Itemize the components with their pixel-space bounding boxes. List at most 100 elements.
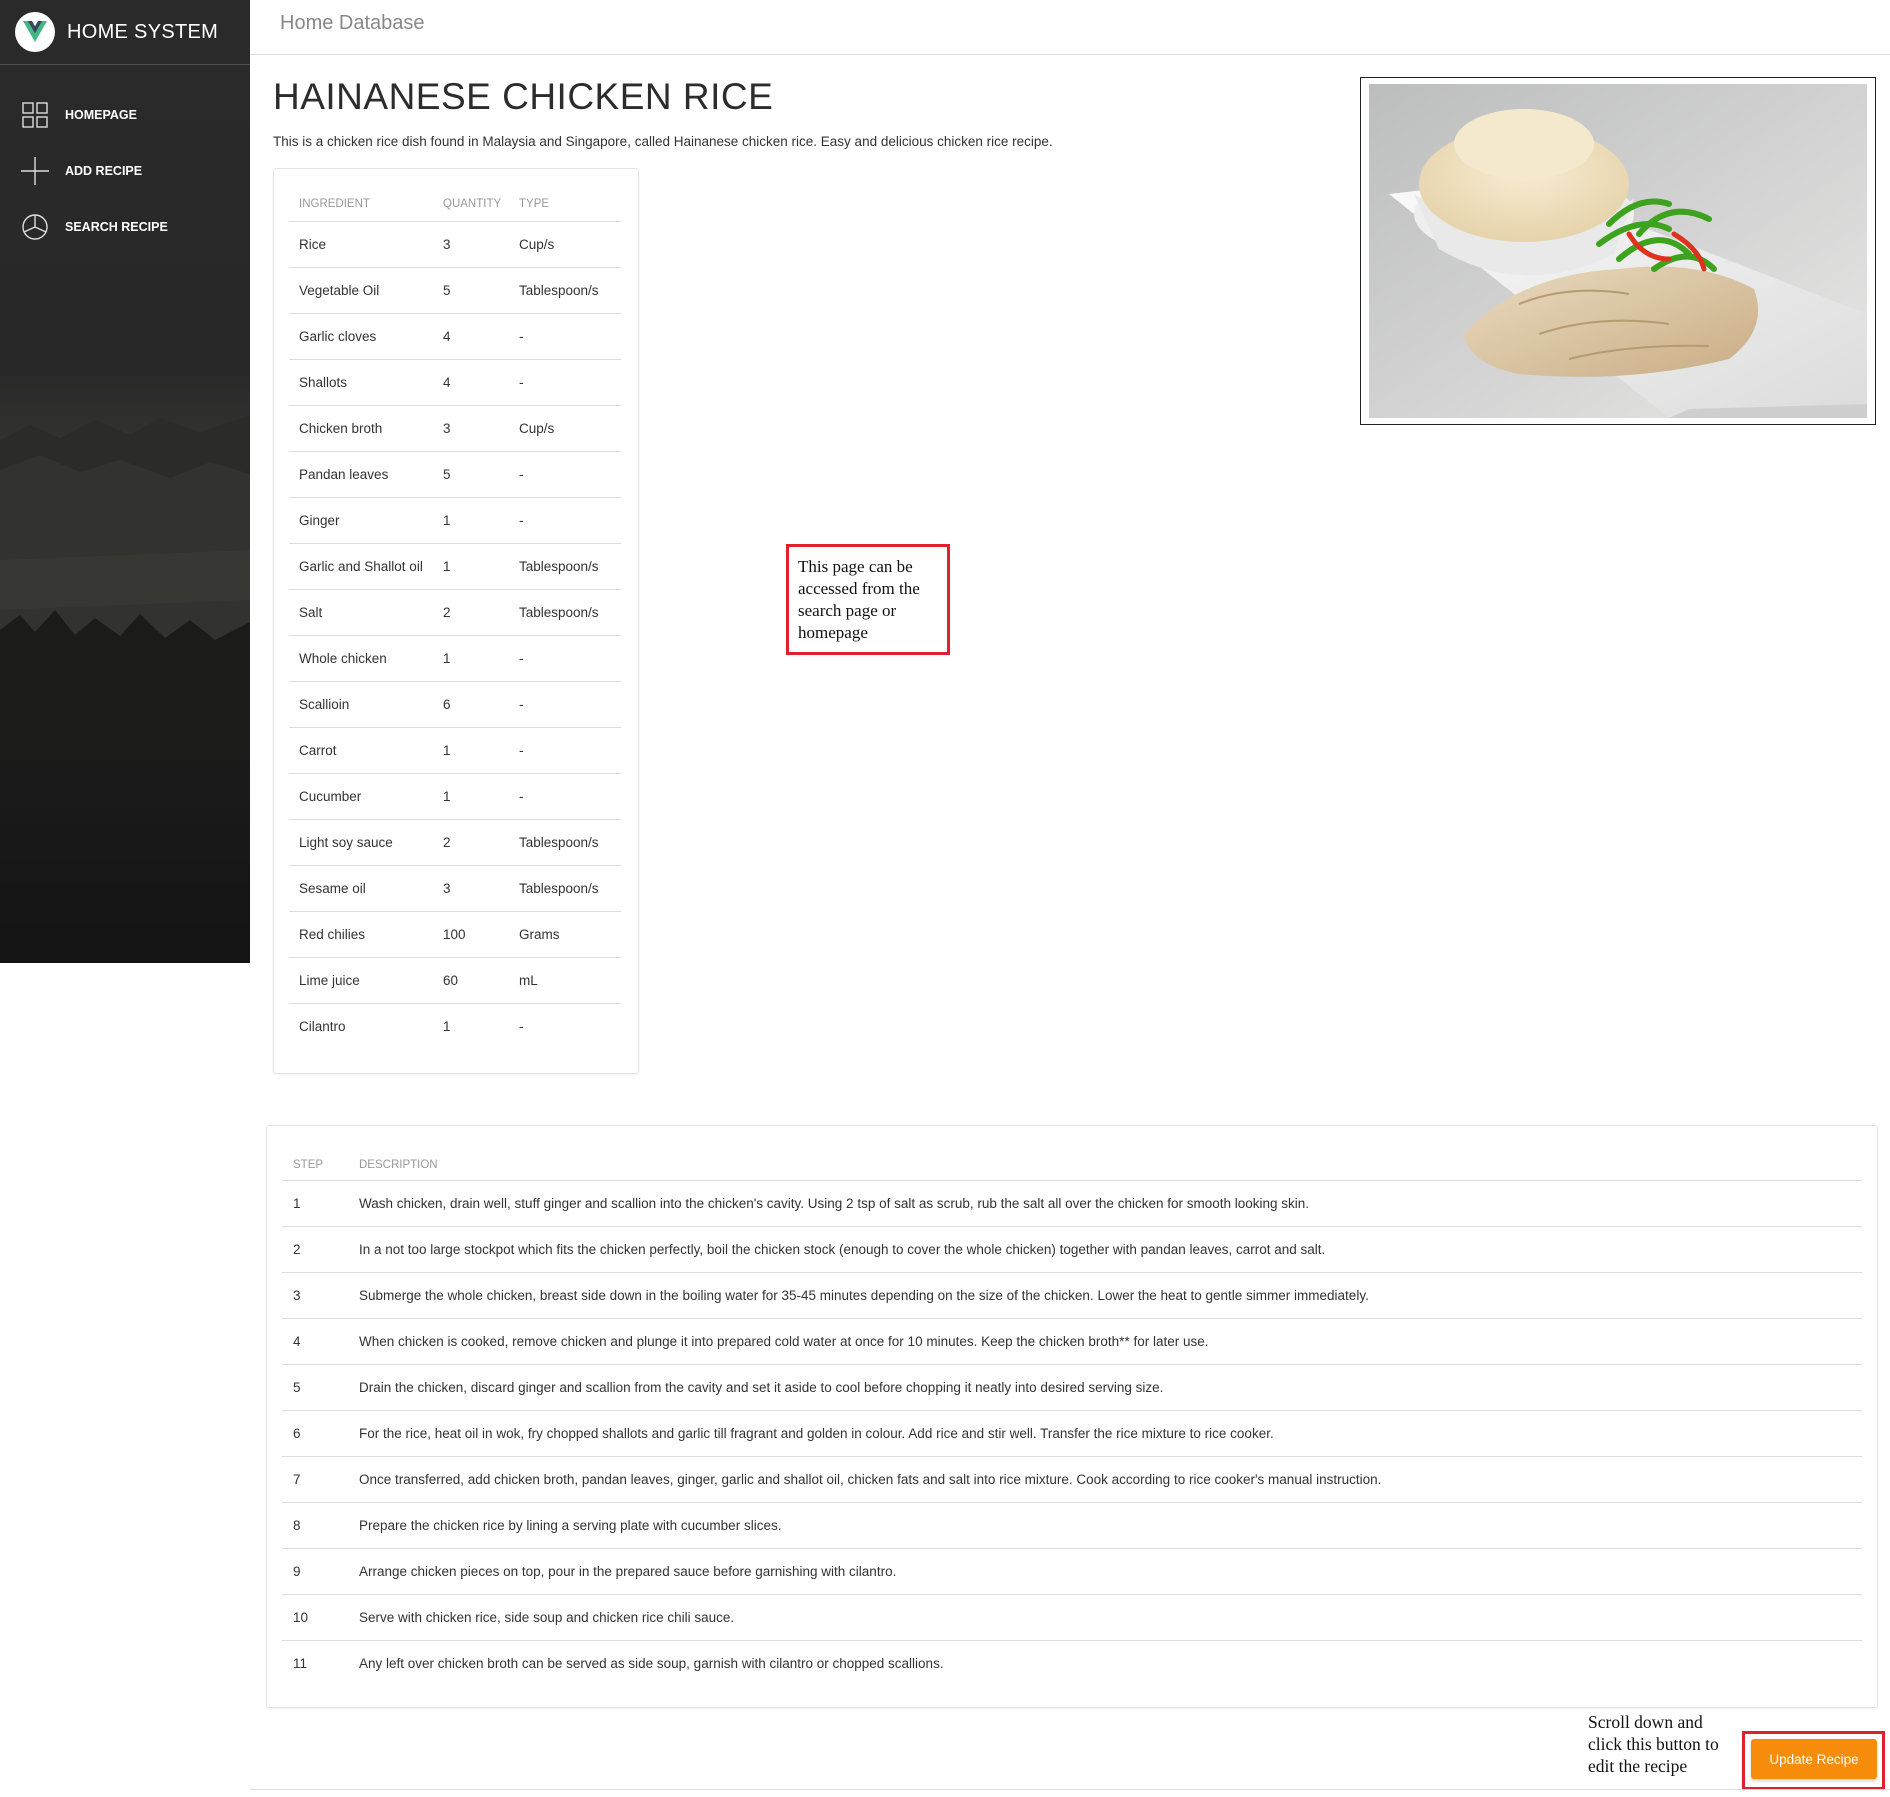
table-row: Salt 2 Tablespoon/s xyxy=(289,589,621,636)
ingredient-name-cell: Shallots xyxy=(289,359,433,406)
ingredient-name-cell: Garlic and Shallot oil xyxy=(289,543,433,590)
step-description-cell: Any left over chicken broth can be serve… xyxy=(359,1656,944,1671)
footer-divider xyxy=(250,1789,1890,1790)
steps-table: STEP DESCRIPTION 1 Wash chicken, drain we… xyxy=(282,1150,1862,1686)
ingredient-quantity-cell: 2 xyxy=(433,589,509,636)
step-number-cell: 11 xyxy=(293,1656,308,1671)
table-row: 6 For the rice, heat oil in wok, fry chop… xyxy=(282,1410,1862,1457)
ingredient-type-cell: Tablespoon/s xyxy=(509,819,621,866)
table-row: 4 When chicken is cooked, remove chicken … xyxy=(282,1318,1862,1365)
ingredient-quantity-cell: 1 xyxy=(433,635,509,682)
table-row: Garlic and Shallot oil 1 Tablespoon/s xyxy=(289,543,621,590)
ingredient-type-cell: - xyxy=(509,451,621,498)
ingredient-name-cell: Sesame oil xyxy=(289,865,433,912)
sidebar-item-add-recipe[interactable]: ADD RECIPE xyxy=(0,151,250,191)
step-number-cell: 6 xyxy=(282,1410,348,1457)
ingredients-card: INGREDIENT QUANTITY TYPE Rice 3 Cup/s Veget… xyxy=(273,168,639,1074)
plus-icon xyxy=(21,157,49,185)
table-row: Carrot 1- xyxy=(289,727,621,774)
annotation-callout: This page can be accessed from the searc… xyxy=(786,544,950,655)
table-row: 1 Wash chicken, drain well, stuff ginger … xyxy=(282,1180,1862,1227)
ingredient-type-cell: Tablespoon/s xyxy=(509,267,621,314)
column-header-step[interactable]: STEP xyxy=(282,1150,348,1181)
step-description-cell: Arrange chicken pieces on top, pour in t… xyxy=(348,1548,1862,1595)
step-description-cell: Serve with chicken rice, side soup and c… xyxy=(348,1594,1862,1641)
table-row: Scallioin 6- xyxy=(289,681,621,728)
ingredient-quantity-cell: 4 xyxy=(433,313,509,360)
step-number-cell: 4 xyxy=(282,1318,348,1365)
table-row: 10 Serve with chicken rice, side soup and… xyxy=(282,1594,1862,1641)
ingredient-type-cell: - xyxy=(509,359,621,406)
brand-title: HOME SYSTEM xyxy=(67,20,219,43)
ingredient-name-cell: Cucumber xyxy=(289,773,433,820)
step-description-cell: Submerge the whole chicken, breast side … xyxy=(348,1272,1862,1319)
sidebar-item-homepage[interactable]: HOMEPAGE xyxy=(0,95,250,135)
recipe-description: This is a chicken rice dish found in Mal… xyxy=(273,134,1053,149)
sidebar-item-search-recipe[interactable]: SEARCH RECIPE xyxy=(0,207,250,247)
ingredient-type-cell: Tablespoon/s xyxy=(509,589,621,636)
ingredient-name-cell: Chicken broth xyxy=(289,405,433,452)
ingredients-table: INGREDIENT QUANTITY TYPE Rice 3 Cup/s Veget… xyxy=(289,187,621,1049)
ingredient-name-cell: Garlic cloves xyxy=(289,313,433,360)
ingredient-name-cell: Rice xyxy=(289,221,433,268)
ingredient-quantity-cell: 6 xyxy=(433,681,509,728)
table-row: Light soy sauce 2 Tablespoon/s xyxy=(289,819,621,866)
ingredient-type-cell: Cup/s xyxy=(509,221,621,268)
ingredient-name-cell: Whole chicken xyxy=(289,635,433,682)
step-number-cell: 1 xyxy=(282,1180,348,1227)
sidebar-item-label: ADD RECIPE xyxy=(65,164,143,178)
table-row: 5 Drain the chicken, discard ginger and s… xyxy=(282,1364,1862,1411)
table-row: Shallots 4- xyxy=(289,359,621,406)
ingredient-type-cell: - xyxy=(519,1019,524,1034)
ingredient-type-cell: Tablespoon/s xyxy=(509,865,621,912)
ingredient-name-cell: Scallioin xyxy=(289,681,433,728)
annotation-note: Scroll down and click this button to edi… xyxy=(1588,1712,1719,1776)
annotation-highlight-box: Update Recipe xyxy=(1742,1731,1885,1790)
ingredient-name-cell: Carrot xyxy=(289,727,433,774)
ingredient-type-cell: - xyxy=(509,313,621,360)
step-number-cell: 9 xyxy=(282,1548,348,1595)
step-number-cell: 5 xyxy=(282,1364,348,1411)
table-row: Cucumber 1- xyxy=(289,773,621,820)
step-number-cell: 2 xyxy=(282,1226,348,1273)
ingredient-quantity-cell: 3 xyxy=(433,865,509,912)
breadcrumb[interactable]: Home Database xyxy=(280,12,425,35)
ingredient-type-cell: Grams xyxy=(509,911,621,958)
step-description-cell: When chicken is cooked, remove chicken a… xyxy=(348,1318,1862,1365)
step-description-cell: Drain the chicken, discard ginger and sc… xyxy=(348,1364,1862,1411)
step-description-cell: Once transferred, add chicken broth, pan… xyxy=(348,1456,1862,1503)
table-row: Lime juice 60 mL xyxy=(289,957,621,1004)
step-number-cell: 7 xyxy=(282,1456,348,1503)
column-header-quantity[interactable]: QUANTITY xyxy=(433,187,509,222)
table-row: Whole chicken 1- xyxy=(289,635,621,682)
ingredient-quantity-cell: 1 xyxy=(433,497,509,544)
sidebar: HOME SYSTEM HOMEPAGE ADD RECIPE SEARCH R… xyxy=(0,0,250,963)
column-header-description[interactable]: DESCRIPTION xyxy=(348,1150,1862,1181)
ingredient-name-cell: Cilantro xyxy=(299,1019,346,1034)
ingredient-quantity-cell: 2 xyxy=(433,819,509,866)
ingredient-name-cell: Lime juice xyxy=(289,957,433,1004)
sidebar-background-landscape xyxy=(0,415,250,760)
table-header-row: STEP DESCRIPTION xyxy=(282,1150,1862,1181)
table-row: 2 In a not too large stockpot which fits … xyxy=(282,1226,1862,1273)
ingredient-type-cell: - xyxy=(509,773,621,820)
ingredient-type-cell: - xyxy=(509,727,621,774)
ingredient-type-cell: Cup/s xyxy=(509,405,621,452)
table-row: 7 Once transferred, add chicken broth, pa… xyxy=(282,1456,1862,1503)
page-title: HAINANESE CHICKEN RICE xyxy=(273,76,774,117)
ingredient-type-cell: Tablespoon/s xyxy=(509,543,621,590)
step-number-cell: 8 xyxy=(282,1502,348,1549)
ingredient-name-cell: Ginger xyxy=(289,497,433,544)
table-row: Rice 3 Cup/s xyxy=(289,221,621,268)
sidebar-item-label: SEARCH RECIPE xyxy=(65,220,168,234)
ingredient-name-cell: Light soy sauce xyxy=(289,819,433,866)
column-header-ingredient[interactable]: INGREDIENT xyxy=(289,187,433,222)
ingredient-quantity-cell: 1 xyxy=(433,727,509,774)
ingredient-quantity-cell: 5 xyxy=(433,267,509,314)
brand-bar[interactable]: HOME SYSTEM xyxy=(0,0,250,65)
table-row: Sesame oil 3 Tablespoon/s xyxy=(289,865,621,912)
update-recipe-button[interactable]: Update Recipe xyxy=(1751,1739,1877,1779)
column-header-type[interactable]: TYPE xyxy=(509,187,621,222)
table-row: Garlic cloves 4- xyxy=(289,313,621,360)
table-row: Pandan leaves 5- xyxy=(289,451,621,498)
